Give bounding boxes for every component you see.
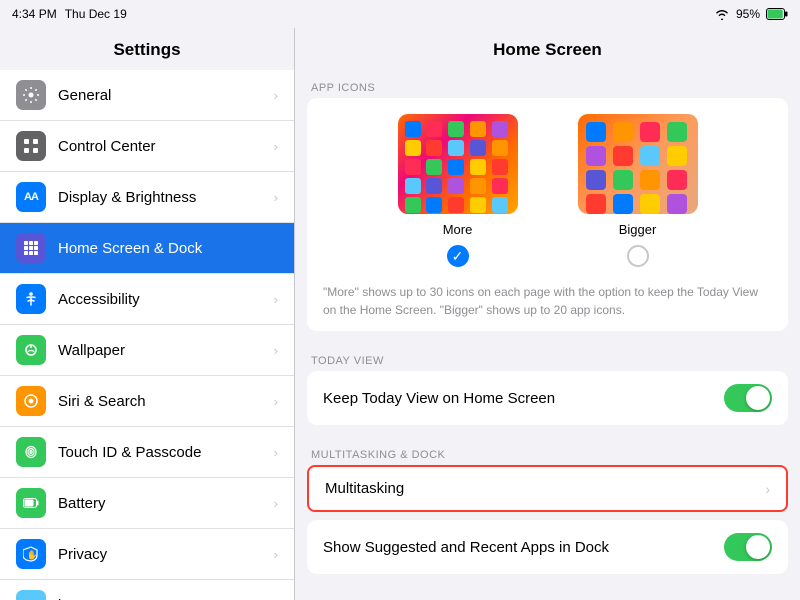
display-label: Display & Brightness: [58, 189, 274, 206]
keep-today-view-label: Keep Today View on Home Screen: [323, 390, 555, 407]
icon-options-container: More ✓ Bigger: [307, 98, 788, 279]
svg-text:✋: ✋: [27, 549, 38, 560]
battery-icon: [766, 8, 788, 20]
show-apps-label: Show Suggested and Recent Apps in Dock: [323, 539, 609, 556]
wallpaper-label: Wallpaper: [58, 342, 274, 359]
today-view-section-label: TODAY VIEW: [295, 347, 800, 371]
status-bar: 4:34 PM Thu Dec 19 95%: [0, 0, 800, 28]
battery-label: Battery: [58, 495, 274, 512]
wallpaper-icon: [16, 335, 46, 365]
sidebar-item-wallpaper[interactable]: Wallpaper ›: [0, 325, 294, 376]
show-apps-toggle[interactable]: [724, 533, 772, 561]
keep-today-view-row: Keep Today View on Home Screen: [307, 371, 788, 425]
multitasking-row[interactable]: Multitasking ›: [307, 465, 788, 512]
home-screen-label: Home Screen & Dock: [58, 240, 278, 257]
battery-sidebar-icon: [16, 488, 46, 518]
sidebar-item-privacy[interactable]: ✋ Privacy ›: [0, 529, 294, 580]
sidebar-item-home-screen[interactable]: Home Screen & Dock: [0, 223, 294, 274]
home-screen-icon: [16, 233, 46, 263]
time-display: 4:34 PM: [12, 7, 57, 21]
status-left: 4:34 PM Thu Dec 19: [12, 7, 127, 21]
bigger-option[interactable]: Bigger: [578, 114, 698, 267]
privacy-label: Privacy: [58, 546, 274, 563]
bigger-radio[interactable]: [627, 245, 649, 267]
more-option[interactable]: More ✓: [398, 114, 518, 267]
accessibility-label: Accessibility: [58, 291, 274, 308]
more-preview: [398, 114, 518, 214]
control-center-label: Control Center: [58, 138, 274, 155]
content-area: Home Screen APP ICONS More: [295, 28, 800, 600]
battery-display: 95%: [736, 7, 760, 21]
sidebar-item-itunes[interactable]: A iTunes & App Store ›: [0, 580, 294, 600]
sidebar-title: Settings: [0, 28, 294, 70]
sidebar-item-control-center[interactable]: Control Center ›: [0, 121, 294, 172]
sidebar-item-accessibility[interactable]: Accessibility ›: [0, 274, 294, 325]
app-icons-card: More ✓ Bigger: [307, 98, 788, 331]
sidebar-item-touchid[interactable]: Touch ID & Passcode ›: [0, 427, 294, 478]
bigger-label: Bigger: [619, 222, 657, 237]
control-center-icon: [16, 131, 46, 161]
display-icon: AA: [16, 182, 46, 212]
general-label: General: [58, 87, 274, 104]
status-right: 95%: [714, 7, 788, 21]
show-apps-row: Show Suggested and Recent Apps in Dock: [307, 520, 788, 574]
sidebar-item-battery[interactable]: Battery ›: [0, 478, 294, 529]
itunes-label: iTunes & App Store: [58, 597, 274, 600]
siri-label: Siri & Search: [58, 393, 274, 410]
multitasking-label: Multitasking: [325, 480, 404, 497]
today-view-card: Keep Today View on Home Screen: [307, 371, 788, 425]
wifi-icon: [714, 8, 730, 20]
multitasking-section-label: MULTITASKING & DOCK: [295, 441, 800, 465]
sidebar-item-siri[interactable]: Siri & Search ›: [0, 376, 294, 427]
multitasking-chevron: ›: [765, 481, 770, 497]
general-icon: [16, 80, 46, 110]
siri-icon: [16, 386, 46, 416]
sidebar: Settings General › Contro: [0, 28, 295, 600]
accessibility-icon: [16, 284, 46, 314]
sidebar-item-general[interactable]: General ›: [0, 70, 294, 121]
keep-today-view-toggle[interactable]: [724, 384, 772, 412]
bigger-preview: [578, 114, 698, 214]
main-layout: Settings General › Contro: [0, 28, 800, 600]
sidebar-item-display[interactable]: AA Display & Brightness ›: [0, 172, 294, 223]
date-display: Thu Dec 19: [65, 7, 127, 21]
more-radio[interactable]: ✓: [447, 245, 469, 267]
itunes-icon: A: [16, 590, 46, 600]
content-title: Home Screen: [295, 28, 800, 74]
privacy-icon: ✋: [16, 539, 46, 569]
icon-description: "More" shows up to 30 icons on each page…: [307, 279, 788, 331]
touchid-icon: [16, 437, 46, 467]
more-label: More: [443, 222, 473, 237]
app-icons-section-label: APP ICONS: [295, 74, 800, 98]
touchid-label: Touch ID & Passcode: [58, 444, 274, 461]
